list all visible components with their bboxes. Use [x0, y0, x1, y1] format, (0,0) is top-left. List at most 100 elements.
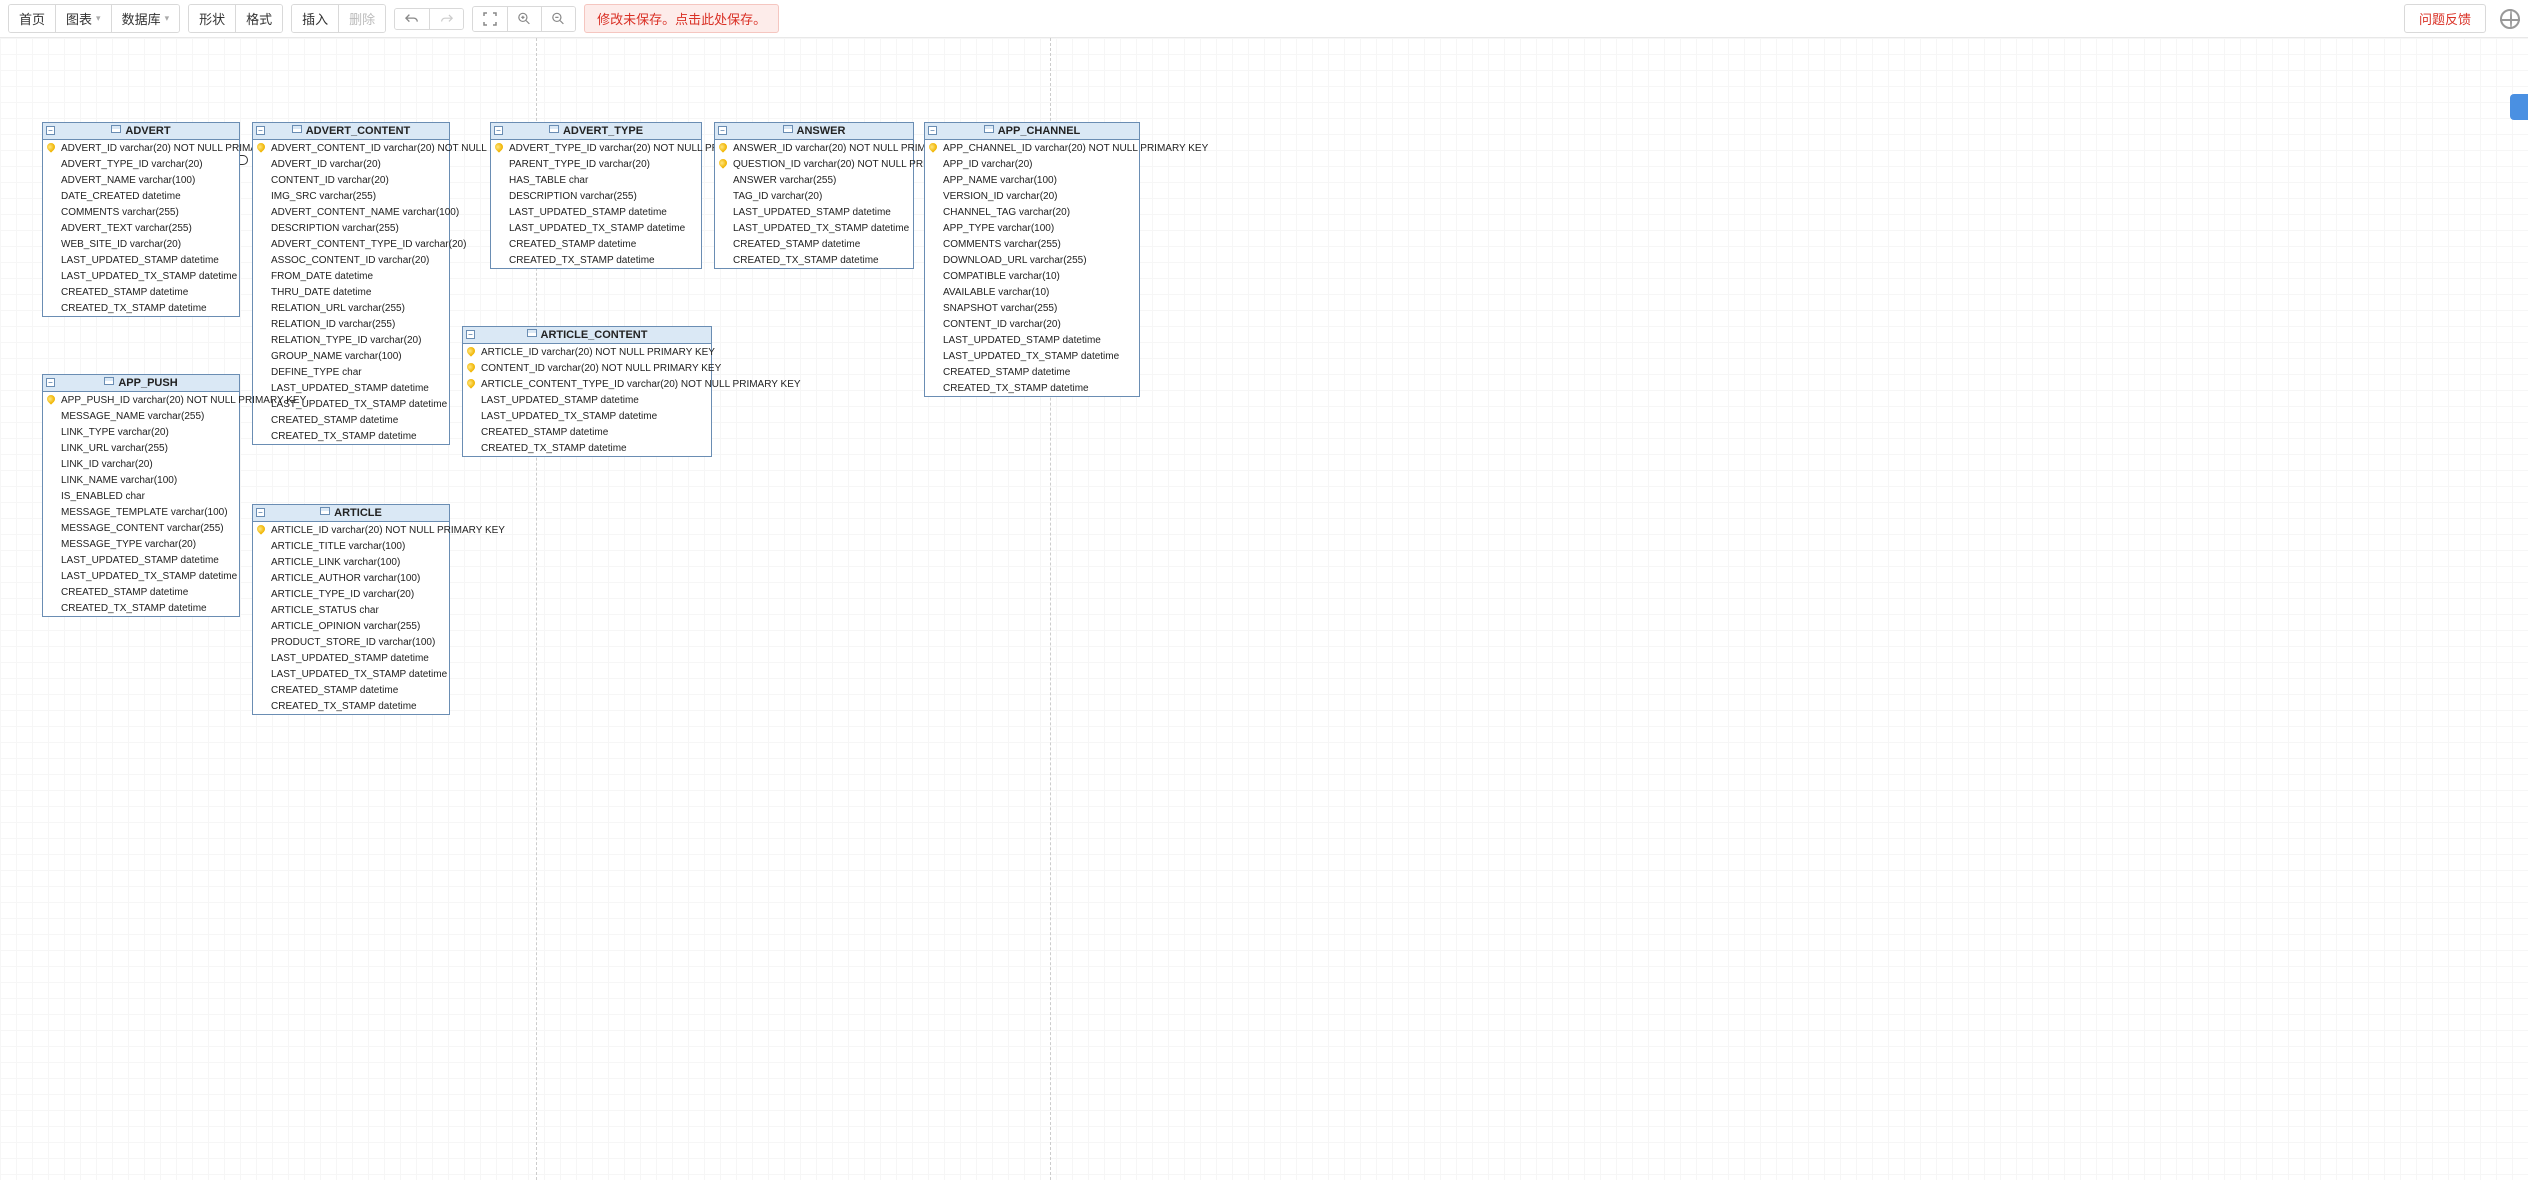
- column[interactable]: MESSAGE_NAME varchar(255): [43, 408, 239, 424]
- column-pk[interactable]: ARTICLE_ID varchar(20) NOT NULL PRIMARY …: [463, 344, 711, 360]
- column[interactable]: TAG_ID varchar(20): [715, 188, 913, 204]
- chart-dropdown[interactable]: 图表 ▾: [55, 5, 111, 32]
- shape-button[interactable]: 形状: [189, 5, 235, 32]
- entity-advert_type[interactable]: –ADVERT_TYPEADVERT_TYPE_ID varchar(20) N…: [490, 122, 702, 269]
- column-pk[interactable]: ARTICLE_ID varchar(20) NOT NULL PRIMARY …: [253, 522, 449, 538]
- column[interactable]: APP_NAME varchar(100): [925, 172, 1139, 188]
- column[interactable]: ADVERT_CONTENT_NAME varchar(100): [253, 204, 449, 220]
- column[interactable]: LAST_UPDATED_STAMP datetime: [43, 552, 239, 568]
- column[interactable]: RELATION_ID varchar(255): [253, 316, 449, 332]
- entity-article[interactable]: –ARTICLEARTICLE_ID varchar(20) NOT NULL …: [252, 504, 450, 715]
- column[interactable]: DESCRIPTION varchar(255): [253, 220, 449, 236]
- side-badge[interactable]: [2510, 94, 2528, 120]
- column[interactable]: HAS_TABLE char: [491, 172, 701, 188]
- column[interactable]: COMMENTS varchar(255): [925, 236, 1139, 252]
- column[interactable]: ARTICLE_TITLE varchar(100): [253, 538, 449, 554]
- column[interactable]: CREATED_TX_STAMP datetime: [253, 428, 449, 444]
- column[interactable]: LINK_NAME varchar(100): [43, 472, 239, 488]
- database-dropdown[interactable]: 数据库 ▾: [111, 5, 180, 32]
- entity-header[interactable]: –ADVERT_CONTENT: [253, 123, 449, 140]
- column[interactable]: MESSAGE_TEMPLATE varchar(100): [43, 504, 239, 520]
- fullscreen-button[interactable]: [473, 7, 507, 31]
- format-button[interactable]: 格式: [235, 5, 282, 32]
- column-pk[interactable]: APP_CHANNEL_ID varchar(20) NOT NULL PRIM…: [925, 140, 1139, 156]
- column[interactable]: CHANNEL_TAG varchar(20): [925, 204, 1139, 220]
- redo-button[interactable]: [429, 9, 463, 29]
- collapse-icon[interactable]: –: [928, 126, 937, 135]
- column[interactable]: CREATED_TX_STAMP datetime: [43, 300, 239, 316]
- column[interactable]: FROM_DATE datetime: [253, 268, 449, 284]
- column[interactable]: PARENT_TYPE_ID varchar(20): [491, 156, 701, 172]
- undo-button[interactable]: [395, 9, 429, 29]
- column-pk[interactable]: CONTENT_ID varchar(20) NOT NULL PRIMARY …: [463, 360, 711, 376]
- column[interactable]: ARTICLE_TYPE_ID varchar(20): [253, 586, 449, 602]
- column-pk[interactable]: ADVERT_ID varchar(20) NOT NULL PRIMARY K…: [43, 140, 239, 156]
- column[interactable]: MESSAGE_CONTENT varchar(255): [43, 520, 239, 536]
- feedback-button[interactable]: 问题反馈: [2404, 4, 2486, 33]
- collapse-icon[interactable]: –: [46, 378, 55, 387]
- column[interactable]: ADVERT_CONTENT_TYPE_ID varchar(20): [253, 236, 449, 252]
- column[interactable]: ARTICLE_OPINION varchar(255): [253, 618, 449, 634]
- column[interactable]: ANSWER varchar(255): [715, 172, 913, 188]
- column[interactable]: RELATION_TYPE_ID varchar(20): [253, 332, 449, 348]
- column[interactable]: THRU_DATE datetime: [253, 284, 449, 300]
- column[interactable]: ASSOC_CONTENT_ID varchar(20): [253, 252, 449, 268]
- collapse-icon[interactable]: –: [718, 126, 727, 135]
- column[interactable]: APP_ID varchar(20): [925, 156, 1139, 172]
- insert-button[interactable]: 插入: [292, 5, 338, 32]
- column[interactable]: IS_ENABLED char: [43, 488, 239, 504]
- column[interactable]: ADVERT_TYPE_ID varchar(20): [43, 156, 239, 172]
- column[interactable]: PRODUCT_STORE_ID varchar(100): [253, 634, 449, 650]
- column[interactable]: LAST_UPDATED_TX_STAMP datetime: [43, 568, 239, 584]
- collapse-icon[interactable]: –: [466, 330, 475, 339]
- column[interactable]: WEB_SITE_ID varchar(20): [43, 236, 239, 252]
- column[interactable]: ARTICLE_STATUS char: [253, 602, 449, 618]
- column[interactable]: LAST_UPDATED_STAMP datetime: [925, 332, 1139, 348]
- column[interactable]: LINK_TYPE varchar(20): [43, 424, 239, 440]
- column[interactable]: CREATED_STAMP datetime: [715, 236, 913, 252]
- column[interactable]: CONTENT_ID varchar(20): [253, 172, 449, 188]
- column[interactable]: CREATED_TX_STAMP datetime: [925, 380, 1139, 396]
- column[interactable]: DOWNLOAD_URL varchar(255): [925, 252, 1139, 268]
- collapse-icon[interactable]: –: [256, 126, 265, 135]
- column[interactable]: CONTENT_ID varchar(20): [925, 316, 1139, 332]
- entity-header[interactable]: –ADVERT: [43, 123, 239, 140]
- entity-app_push[interactable]: –APP_PUSHAPP_PUSH_ID varchar(20) NOT NUL…: [42, 374, 240, 617]
- column[interactable]: LAST_UPDATED_STAMP datetime: [491, 204, 701, 220]
- column[interactable]: VERSION_ID varchar(20): [925, 188, 1139, 204]
- delete-button[interactable]: 删除: [338, 5, 385, 32]
- column[interactable]: LAST_UPDATED_TX_STAMP datetime: [925, 348, 1139, 364]
- column[interactable]: CREATED_TX_STAMP datetime: [43, 600, 239, 616]
- column[interactable]: LAST_UPDATED_TX_STAMP datetime: [43, 268, 239, 284]
- column[interactable]: LINK_ID varchar(20): [43, 456, 239, 472]
- column[interactable]: COMPATIBLE varchar(10): [925, 268, 1139, 284]
- column[interactable]: RELATION_URL varchar(255): [253, 300, 449, 316]
- column-pk[interactable]: ADVERT_TYPE_ID varchar(20) NOT NULL PRIM…: [491, 140, 701, 156]
- column[interactable]: CREATED_STAMP datetime: [43, 284, 239, 300]
- column-pk[interactable]: APP_PUSH_ID varchar(20) NOT NULL PRIMARY…: [43, 392, 239, 408]
- entity-article_content[interactable]: –ARTICLE_CONTENTARTICLE_ID varchar(20) N…: [462, 326, 712, 457]
- collapse-icon[interactable]: –: [46, 126, 55, 135]
- column[interactable]: MESSAGE_TYPE varchar(20): [43, 536, 239, 552]
- column[interactable]: ADVERT_ID varchar(20): [253, 156, 449, 172]
- globe-icon[interactable]: [2500, 9, 2520, 29]
- collapse-icon[interactable]: –: [494, 126, 503, 135]
- collapse-icon[interactable]: –: [256, 508, 265, 517]
- home-button[interactable]: 首页: [9, 5, 55, 32]
- column[interactable]: CREATED_TX_STAMP datetime: [715, 252, 913, 268]
- column[interactable]: IMG_SRC varchar(255): [253, 188, 449, 204]
- zoom-out-button[interactable]: [541, 7, 575, 31]
- column-pk[interactable]: ADVERT_CONTENT_ID varchar(20) NOT NULL P…: [253, 140, 449, 156]
- column[interactable]: CREATED_TX_STAMP datetime: [491, 252, 701, 268]
- entity-header[interactable]: –ARTICLE: [253, 505, 449, 522]
- column[interactable]: APP_TYPE varchar(100): [925, 220, 1139, 236]
- column[interactable]: CREATED_STAMP datetime: [43, 584, 239, 600]
- column[interactable]: AVAILABLE varchar(10): [925, 284, 1139, 300]
- column[interactable]: LAST_UPDATED_TX_STAMP datetime: [463, 408, 711, 424]
- column[interactable]: LAST_UPDATED_TX_STAMP datetime: [715, 220, 913, 236]
- entity-advert[interactable]: –ADVERTADVERT_ID varchar(20) NOT NULL PR…: [42, 122, 240, 317]
- column[interactable]: ARTICLE_AUTHOR varchar(100): [253, 570, 449, 586]
- canvas[interactable]: –ADVERTADVERT_ID varchar(20) NOT NULL PR…: [0, 38, 2528, 1180]
- column[interactable]: DEFINE_TYPE char: [253, 364, 449, 380]
- column[interactable]: ARTICLE_LINK varchar(100): [253, 554, 449, 570]
